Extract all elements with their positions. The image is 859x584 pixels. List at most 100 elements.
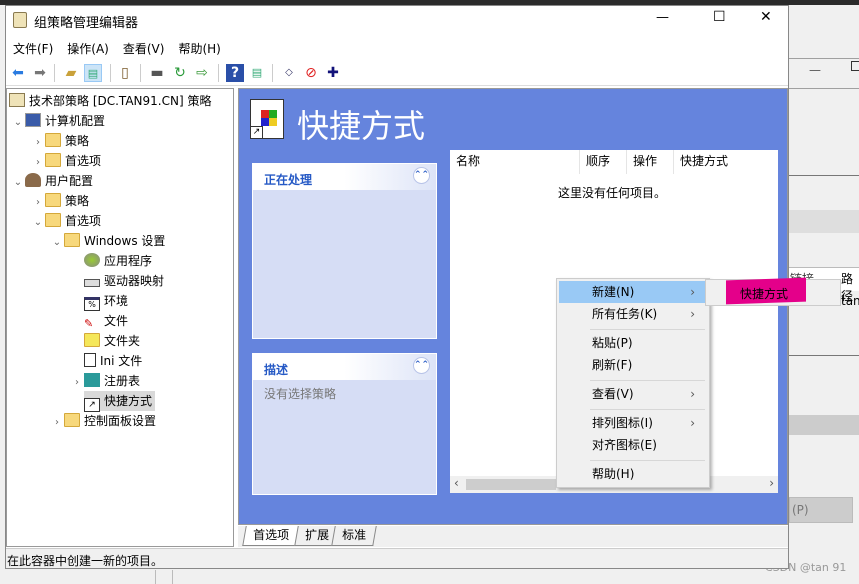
export-icon[interactable]: ⇨	[193, 64, 211, 82]
add-icon[interactable]: ✚	[324, 64, 342, 82]
help-icon[interactable]: ?	[226, 64, 244, 82]
menu-view[interactable]: 查看(V)	[116, 36, 172, 57]
title-bar: 组策略管理编辑器 — ☐ ✕	[6, 6, 788, 34]
tree-user-policy[interactable]: › 策略	[31, 191, 89, 211]
tree-folders[interactable]: 文件夹	[84, 331, 140, 351]
print-icon[interactable]: ▬	[148, 64, 166, 82]
tree-label: 驱动器映射	[104, 274, 165, 288]
menu-action[interactable]: 操作(A)	[60, 36, 116, 57]
back-icon[interactable]: ⬅	[9, 64, 27, 82]
tree-files[interactable]: ✎ 文件	[84, 311, 128, 331]
tab-standard[interactable]: 标准	[331, 526, 377, 546]
tree-label: 控制面板设置	[84, 414, 157, 428]
up-folder-icon[interactable]: ▰	[62, 64, 80, 82]
tree-label: 策略	[65, 134, 90, 148]
menu-item-arrange-icons[interactable]: 排列图标(I) ›	[559, 412, 707, 434]
collapse-icon[interactable]: ⌃⌃	[413, 167, 430, 184]
new-folder-icon	[84, 333, 100, 347]
chevron-down-icon[interactable]: ⌄	[11, 173, 25, 193]
collapse-icon[interactable]: ⌃⌃	[413, 357, 430, 374]
tree-registry[interactable]: › 注册表	[70, 371, 140, 391]
scroll-right-icon[interactable]: ›	[769, 476, 774, 490]
menu-help[interactable]: 帮助(H)	[171, 36, 227, 57]
bg-maximize-icon[interactable]	[851, 61, 859, 71]
menu-item-help[interactable]: 帮助(H)	[559, 463, 707, 485]
tree-label: 策略	[65, 194, 90, 208]
tree-root-label: 技术部策略 [DC.TAN91.CN] 策略	[29, 94, 212, 108]
chevron-right-icon: ›	[690, 416, 695, 430]
xml-icon[interactable]: ◇	[280, 64, 298, 82]
folder-icon	[64, 233, 80, 247]
tree-computer-policy[interactable]: › 策略	[31, 131, 89, 151]
column-order[interactable]: 顺序	[580, 150, 627, 174]
tree-control-panel[interactable]: › 控制面板设置	[50, 411, 156, 431]
menu-item-all-tasks[interactable]: 所有任务(K) ›	[559, 303, 707, 325]
processing-title: 正在处理	[264, 173, 313, 187]
bg-button[interactable]: (P)	[789, 497, 853, 523]
drive-icon	[84, 279, 100, 287]
bg-button-label: (P)	[792, 503, 809, 517]
tree-label: 文件	[104, 314, 129, 328]
chevron-down-icon[interactable]: ⌄	[11, 113, 25, 133]
column-action[interactable]: 操作	[627, 150, 674, 174]
tab-preferences[interactable]: 首选项	[242, 526, 300, 546]
tree-environment[interactable]: % 环境	[84, 291, 128, 311]
menu-item-view[interactable]: 查看(V) ›	[559, 383, 707, 405]
ini-file-icon	[84, 353, 96, 367]
tree-computer-config[interactable]: ⌄ 计算机配置	[11, 111, 105, 131]
tree-label: 快捷方式	[104, 394, 153, 408]
chevron-right-icon: ›	[690, 285, 695, 299]
menu-item-refresh[interactable]: 刷新(F)	[559, 354, 707, 376]
chevron-right-icon[interactable]: ›	[50, 413, 64, 433]
processing-panel: 正在处理 ⌃⌃	[252, 163, 437, 339]
scroll-thumb[interactable]	[466, 479, 556, 490]
maximize-button[interactable]: ☐	[713, 9, 726, 25]
control-panel-folder-icon	[64, 413, 80, 427]
chevron-down-icon[interactable]: ⌄	[50, 233, 64, 253]
column-name[interactable]: 名称	[450, 150, 580, 174]
chevron-right-icon[interactable]: ›	[31, 153, 45, 173]
computer-icon	[25, 113, 41, 127]
bg-minimize-icon[interactable]: —	[809, 63, 821, 77]
tree-label: 应用程序	[104, 254, 153, 268]
tree-user-config[interactable]: ⌄ 用户配置	[11, 171, 93, 191]
show-hide-tree-icon[interactable]: ▤	[84, 64, 102, 82]
menu-bar: 文件(F) 操作(A) 查看(V) 帮助(H)	[6, 36, 788, 58]
menu-file[interactable]: 文件(F)	[6, 36, 60, 57]
context-menu: 新建(N) › 所有任务(K) › 粘贴(P) 刷新(F) 查看(V) › 排列图标(…	[556, 278, 710, 488]
stop-icon[interactable]: ⊘	[302, 64, 320, 82]
tree-drive-maps[interactable]: 驱动器映射	[84, 271, 164, 291]
minimize-button[interactable]: —	[656, 10, 669, 25]
tree-windows-settings[interactable]: ⌄ Windows 设置	[50, 231, 165, 251]
tree-label: 首选项	[65, 154, 102, 168]
scroll-left-icon[interactable]: ‹	[454, 476, 459, 490]
chevron-right-icon[interactable]: ›	[31, 133, 45, 153]
new-submenu: 快捷方式	[705, 277, 841, 306]
empty-message: 这里没有任何项目。	[558, 186, 667, 200]
environment-icon: %	[84, 297, 100, 311]
tree-applications[interactable]: 应用程序	[84, 251, 152, 271]
submenu-item-shortcut[interactable]: 快捷方式	[740, 285, 788, 302]
tree-label: Ini 文件	[100, 354, 143, 368]
menu-item-paste[interactable]: 粘贴(P)	[559, 332, 707, 354]
tree-user-prefs[interactable]: ⌄ 首选项	[31, 211, 101, 231]
forward-icon[interactable]: ➡	[31, 64, 49, 82]
folder-icon	[45, 213, 61, 227]
tree-ini-files[interactable]: Ini 文件	[84, 351, 142, 371]
bg-cell: tan	[841, 294, 859, 308]
status-bar: 在此容器中创建一新的项目。	[6, 548, 788, 568]
tree-pane: 技术部策略 [DC.TAN91.CN] 策略 ⌄ 计算机配置 › 策略 › 首选项 ⌄…	[6, 88, 234, 547]
tree-root[interactable]: 技术部策略 [DC.TAN91.CN] 策略	[9, 91, 211, 111]
column-shortcut[interactable]: 快捷方式	[674, 150, 778, 174]
tree-computer-prefs[interactable]: › 首选项	[31, 151, 101, 171]
chevron-down-icon[interactable]: ⌄	[31, 213, 45, 233]
close-button[interactable]: ✕	[760, 9, 772, 25]
menu-item-line-up-icons[interactable]: 对齐图标(E)	[559, 434, 707, 456]
chevron-right-icon[interactable]: ›	[31, 193, 45, 213]
properties-icon[interactable]: ▯	[116, 64, 134, 82]
menu-item-new[interactable]: 新建(N) ›	[559, 281, 707, 303]
chevron-right-icon[interactable]: ›	[70, 373, 84, 393]
refresh-icon[interactable]: ↻	[171, 64, 189, 82]
show-action-pane-icon[interactable]: ▤	[248, 64, 266, 82]
tree-shortcuts-selected[interactable]: ↗ 快捷方式	[84, 391, 156, 412]
